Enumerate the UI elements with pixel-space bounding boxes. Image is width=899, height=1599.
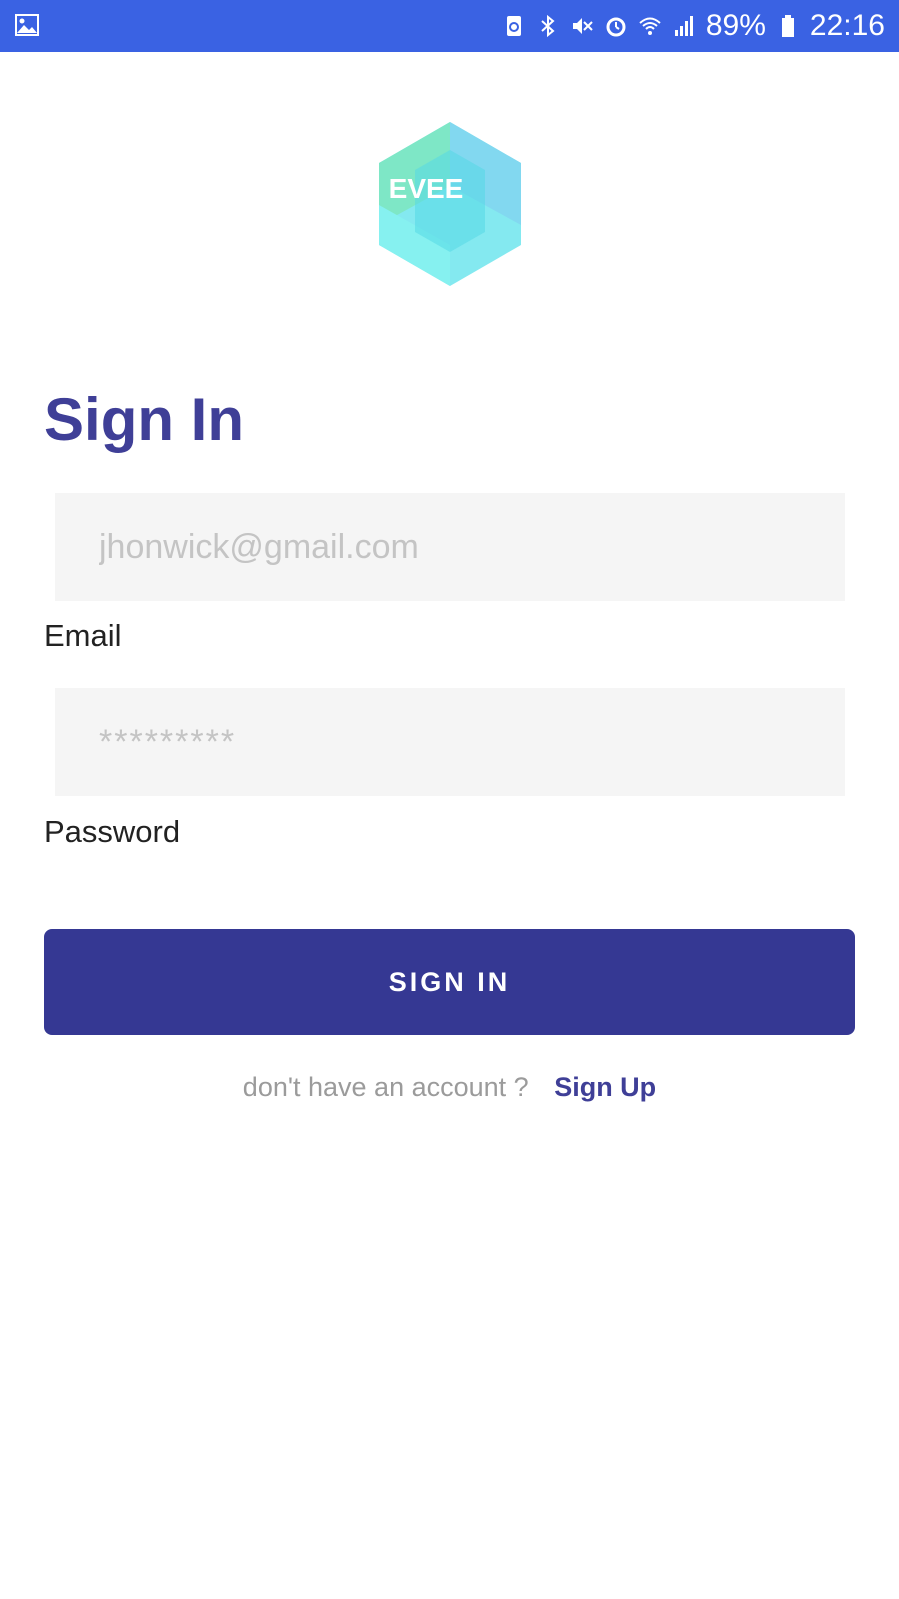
bluetooth-icon [541,14,555,38]
sign-in-button[interactable]: SIGN IN [44,929,855,1035]
battery-icon [781,15,794,37]
gallery-icon [15,14,39,36]
page-title: Sign In [44,386,244,453]
alarm-icon [606,17,626,37]
signal-icon [674,16,693,36]
clock: 22:16 [809,9,885,42]
password-field[interactable] [55,688,845,796]
battery-percentage: 89% [705,9,766,42]
signup-row: don't have an account ? Sign Up [0,1072,899,1103]
status-bar: 89% 22:16 [0,0,899,52]
wifi-icon [639,17,661,35]
email-label: Email [44,618,122,653]
logo-text: EVEE [389,173,464,204]
sign-up-link[interactable]: Sign Up [554,1072,656,1102]
email-field[interactable] [55,493,845,601]
signup-prompt: don't have an account ? [242,1072,529,1102]
password-label: Password [44,814,181,849]
mute-icon [572,18,593,34]
battery-saver-icon [506,16,521,36]
evee-logo: EVEE [379,122,521,286]
status-icons: 89% 22:16 [502,0,885,52]
